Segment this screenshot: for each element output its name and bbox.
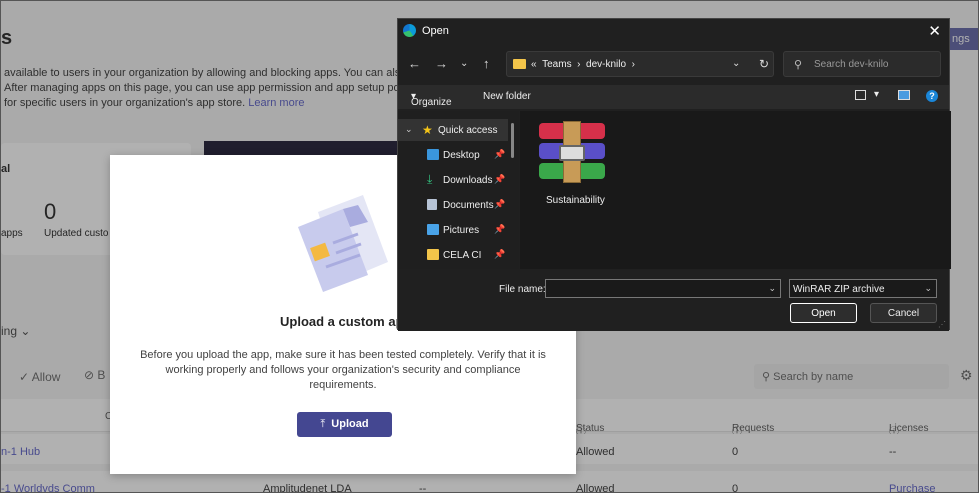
dialog-title: Open — [422, 25, 449, 37]
chevron-down-icon: ⌄ — [924, 283, 932, 293]
navigation-pane: ⌄ ★ Quick access Desktop 📌 ⤓ Downloads 📌… — [398, 111, 519, 269]
chevron-down-icon[interactable]: ⌄ — [768, 283, 776, 294]
organize-menu[interactable]: Organize ▾ — [411, 91, 452, 108]
refresh-icon[interactable]: ↻ — [759, 57, 769, 71]
address-bar-row: ← → ⌄ ↑ « Teams › dev-knilo › ⌄ ↻ ⚲ Sear… — [398, 47, 949, 81]
document-icon — [427, 199, 437, 210]
desktop-icon — [427, 149, 439, 160]
screenshot-frame: s ngs available to users in your organiz… — [0, 0, 979, 493]
download-icon: ⤓ — [427, 172, 433, 186]
file-name-input[interactable]: ⌄ — [545, 279, 781, 298]
new-folder-button[interactable]: New folder — [483, 91, 531, 102]
file-type-select[interactable]: WinRAR ZIP archive ⌄ — [789, 279, 937, 298]
forward-arrow-icon[interactable]: → — [435, 56, 448, 71]
view-options-icon[interactable] — [855, 90, 866, 100]
recent-locations-chevron-icon[interactable]: ⌄ — [460, 58, 468, 69]
file-name-label: File name: — [499, 284, 546, 295]
preview-pane-icon[interactable] — [898, 90, 910, 100]
address-bar[interactable]: « Teams › dev-knilo › ⌄ ↻ — [506, 51, 774, 77]
pin-icon: 📌 — [494, 224, 506, 234]
sidebar-item-cela-ci[interactable]: CELA CI 📌 — [398, 244, 508, 266]
dialog-titlebar[interactable]: Open ✕ — [398, 19, 949, 43]
open-button[interactable]: Open — [790, 303, 857, 323]
back-arrow-icon[interactable]: ← — [408, 56, 421, 71]
resize-grip-icon[interactable]: ⋰ — [938, 320, 946, 329]
breadcrumb-dev-knilo[interactable]: dev-knilo — [586, 59, 626, 70]
dialog-title: Upload a custom ap — [280, 314, 404, 329]
picture-icon — [427, 224, 439, 235]
file-list: Sustainability — [520, 111, 951, 269]
sidebar-item-quick-access[interactable]: ⌄ ★ Quick access — [398, 119, 508, 141]
close-icon[interactable]: ✕ — [928, 22, 941, 40]
chevron-down-icon[interactable]: ▾ — [874, 89, 879, 100]
breadcrumb: « Teams › dev-knilo › — [531, 59, 635, 70]
command-bar: Organize ▾ New folder ▾ ? — [398, 85, 949, 109]
file-name-label[interactable]: Sustainability — [546, 195, 605, 206]
cancel-button[interactable]: Cancel — [870, 303, 937, 323]
chevron-down-icon[interactable]: ⌄ — [732, 58, 740, 69]
search-icon: ⚲ — [794, 59, 803, 71]
folder-icon — [513, 59, 526, 69]
document-illustration-icon — [298, 195, 388, 292]
pin-icon: 📌 — [494, 149, 506, 159]
star-icon: ★ — [422, 123, 433, 137]
sidebar-item-documents[interactable]: Documents 📌 — [398, 194, 508, 216]
edge-app-icon — [403, 24, 416, 37]
sidebar-item-desktop[interactable]: Desktop 📌 — [398, 144, 508, 166]
breadcrumb-teams[interactable]: Teams — [542, 59, 571, 70]
upload-button[interactable]: ⤒ Upload — [297, 412, 392, 437]
dialog-description: Before you upload the app, make sure it … — [140, 349, 546, 391]
pin-icon: 📌 — [494, 199, 506, 209]
search-input[interactable]: ⚲ Search dev-knilo — [783, 51, 941, 77]
pin-icon: 📌 — [494, 174, 506, 184]
scrollbar[interactable] — [511, 123, 514, 158]
open-file-dialog: Open ✕ ← → ⌄ ↑ « Teams › dev-knilo › ⌄ ↻… — [397, 18, 951, 331]
help-icon[interactable]: ? — [926, 90, 938, 102]
winrar-archive-icon[interactable] — [536, 121, 608, 183]
folder-icon — [427, 249, 439, 260]
sidebar-item-downloads[interactable]: ⤓ Downloads 📌 — [398, 169, 508, 191]
sidebar-item-pictures[interactable]: Pictures 📌 — [398, 219, 508, 241]
pin-icon: 📌 — [494, 249, 506, 259]
dialog-footer: File name: ⌄ WinRAR ZIP archive ⌄ Open C… — [398, 271, 949, 331]
chevron-down-icon[interactable]: ⌄ — [405, 124, 413, 135]
up-arrow-icon[interactable]: ↑ — [483, 56, 490, 71]
upload-arrow-icon: ⤒ — [320, 418, 326, 430]
